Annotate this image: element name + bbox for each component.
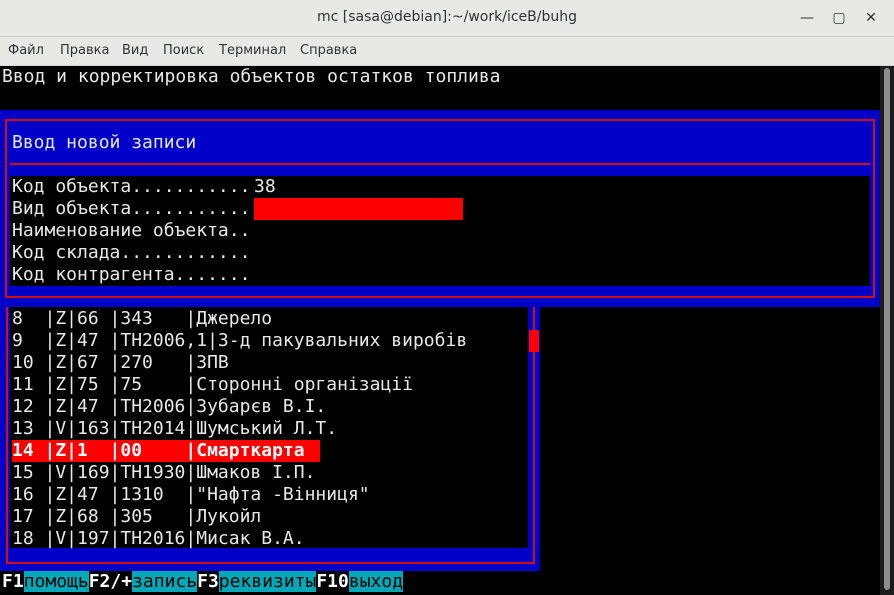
f2-label[interactable]: запись <box>132 571 198 592</box>
list-item[interactable]: 16 |Z|47 |1310 |"Нафта -Вінниця" <box>12 484 370 506</box>
dialog-border-bottom <box>5 296 875 298</box>
list-item[interactable]: 9 |Z|47 |TH2006,1|3-д пакувальних виробі… <box>12 330 467 352</box>
menu-help[interactable]: Справка <box>300 43 357 58</box>
window-title: mc [sasa@debian]:~/work/iceB/buhg <box>317 9 577 25</box>
maximize-icon[interactable]: ▢ <box>829 8 849 28</box>
scrollbar-thumb[interactable] <box>884 68 890 590</box>
f10-key[interactable]: F10 <box>316 571 349 592</box>
list-item[interactable]: 13 |V|163|TH2014|Шумський Л.Т. <box>12 418 337 440</box>
menu-edit[interactable]: Правка <box>60 43 109 58</box>
close-icon[interactable]: ✕ <box>861 8 881 28</box>
field-label-object-type: Вид объекта........... <box>12 198 251 219</box>
f2-key[interactable]: F2/+ <box>89 571 132 592</box>
field-label-warehouse-code: Код склада............ <box>12 242 251 263</box>
menu-view[interactable]: Вид <box>122 43 148 58</box>
list-item-selected[interactable]: 14 |Z|1 |00 |Смарткарта <box>12 440 320 462</box>
dialog-border-left <box>5 119 7 298</box>
dialog-title: Ввод новой записи <box>12 132 197 153</box>
fkey-bar: F1помощьF2/+записьF3реквизитыF10выход <box>2 571 404 593</box>
list-border-left <box>6 300 8 564</box>
field-label-object-name: Наименование объекта.. <box>12 220 251 241</box>
f3-key[interactable]: F3 <box>197 571 219 592</box>
menu-search[interactable]: Поиск <box>163 43 204 58</box>
menu-bar: Файл Правка Вид Поиск Терминал Справка <box>0 37 894 66</box>
dialog-border-top <box>5 119 875 121</box>
screen-title: Ввод и корректировка объектов остатков т… <box>2 66 501 87</box>
list-item[interactable]: 8 |Z|66 |343 |Джерело <box>12 308 272 330</box>
dialog-border-right <box>873 119 875 298</box>
object-code-input[interactable]: 38 <box>254 176 276 198</box>
f3-label[interactable]: реквизиты <box>218 571 317 592</box>
field-label-object-code: Код объекта........... <box>12 176 251 197</box>
list-item[interactable]: 17 |Z|68 |305 |Лукойл <box>12 506 261 528</box>
menu-file[interactable]: Файл <box>8 43 44 58</box>
dialog-title-separator <box>10 163 870 165</box>
list-border-bottom <box>6 562 535 564</box>
list-item[interactable]: 15 |V|169|TH1930|Шмаков І.П. <box>12 462 315 484</box>
menu-terminal[interactable]: Терминал <box>219 43 286 58</box>
list-item[interactable]: 18 |V|197|TH2016|Мисак В.А. <box>12 528 305 550</box>
field-label-counterparty-code: Код контрагента....... <box>12 264 251 285</box>
window-titlebar: mc [sasa@debian]:~/work/iceB/buhg — ▢ ✕ <box>0 0 894 37</box>
list-scroll-marker <box>529 330 539 352</box>
f1-label[interactable]: помощь <box>23 571 89 592</box>
list-item[interactable]: 10 |Z|67 |270 |ЗПВ <box>12 352 229 374</box>
list-item[interactable]: 11 |Z|75 |75 |Сторонні організації <box>12 374 413 396</box>
list-item[interactable]: 12 |Z|47 |TH2006|Зубарєв В.І. <box>12 396 326 418</box>
f10-label[interactable]: выход <box>348 571 404 592</box>
minimize-icon[interactable]: — <box>797 8 817 28</box>
object-type-input[interactable] <box>254 198 463 220</box>
f1-key[interactable]: F1 <box>2 571 24 592</box>
